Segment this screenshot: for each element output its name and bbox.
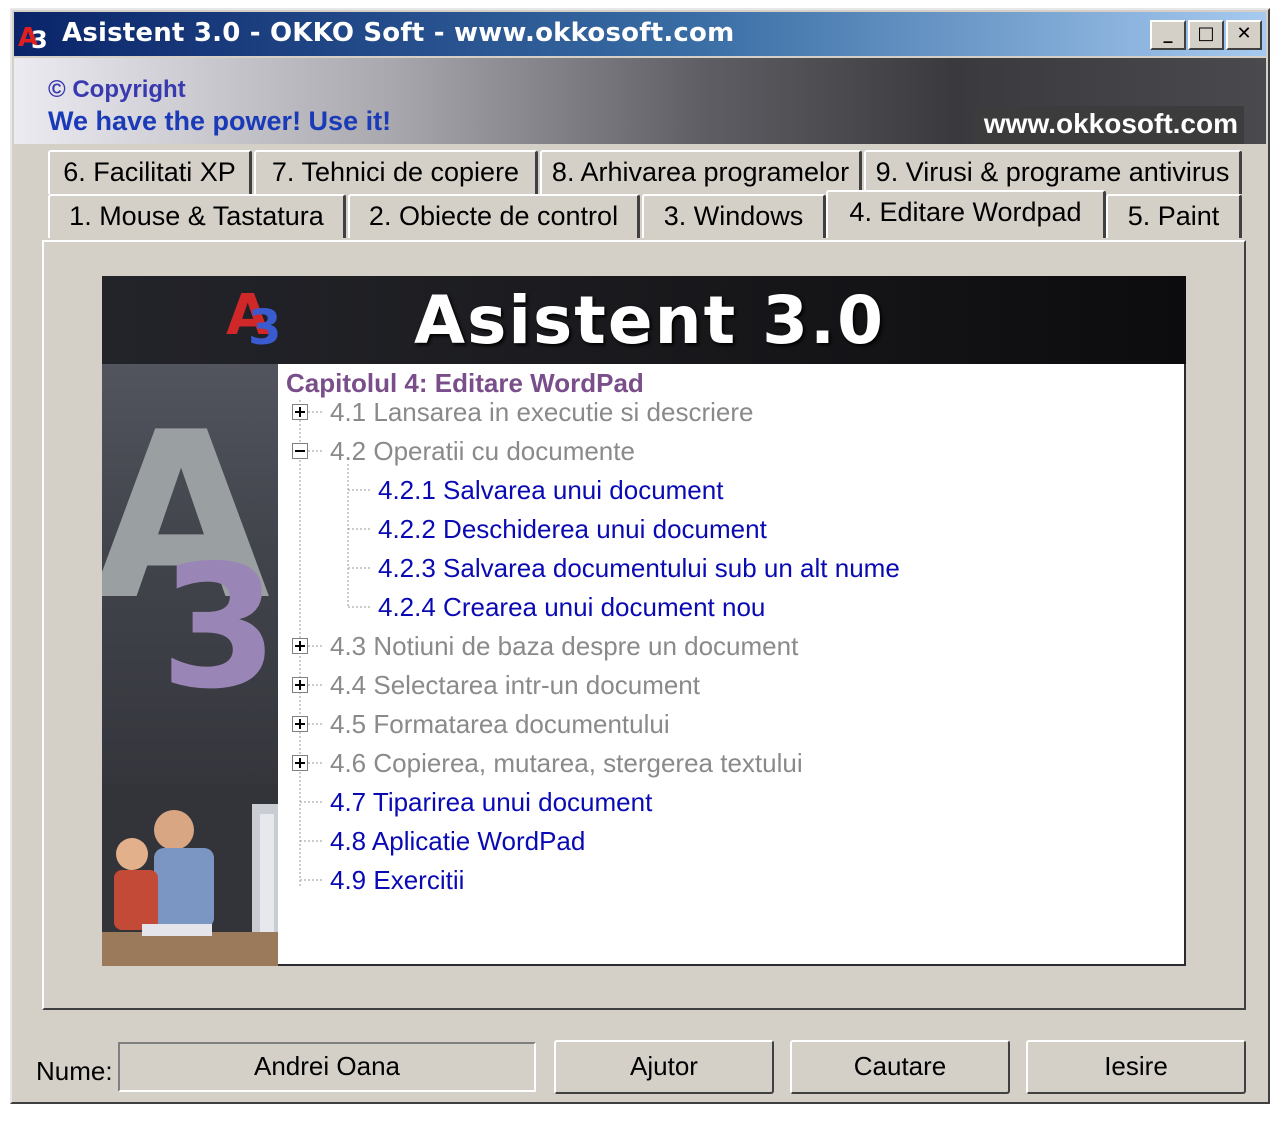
close-icon: ✕ (1236, 23, 1252, 44)
tab-facilitati-xp[interactable]: 6. Facilitati XP (48, 150, 252, 194)
minimize-button[interactable]: _ (1150, 20, 1186, 50)
tree-item-4-6[interactable]: 4.6 Copierea, mutarea, stergerea textulu… (330, 746, 803, 780)
tab-label: 6. Facilitati XP (63, 157, 236, 187)
name-field: Andrei Oana (118, 1042, 536, 1092)
tab-label: 2. Obiecte de control (368, 201, 619, 231)
tab-label: 1. Mouse & Tastatura (69, 201, 324, 231)
tree-item-label: 4.6 Copierea, mutarea, stergerea textulu… (330, 748, 803, 778)
content-header-title: Asistent 3.0 (414, 282, 886, 359)
expand-icon[interactable] (292, 755, 308, 771)
footer-bar: Nume: Andrei Oana Ajutor Cautare Iesire (12, 1020, 1268, 1100)
tab-label: 3. Windows (663, 201, 804, 231)
svg-text:3: 3 (248, 300, 281, 352)
window-title: Asistent 3.0 - OKKO Soft - www.okkosoft.… (62, 18, 735, 48)
expand-icon[interactable] (292, 404, 308, 420)
tree-item-label: 4.1 Lansarea in executie si descriere (330, 397, 754, 427)
tree-item-4-3[interactable]: 4.3 Notiuni de baza despre un document (330, 629, 798, 663)
tree-item-4-2-2[interactable]: 4.2.2 Deschiderea unui document (378, 512, 767, 546)
tab-label: 4. Editare Wordpad (849, 197, 1082, 227)
a3-logo-icon: A 3 (226, 283, 281, 352)
tab-paint[interactable]: 5. Paint (1106, 194, 1242, 238)
tree-item-label: 4.5 Formatarea documentului (330, 709, 670, 739)
tab-arhivarea-programelor[interactable]: 8. Arhivarea programelor (540, 150, 862, 194)
svg-text:3: 3 (31, 26, 48, 50)
expand-icon[interactable] (292, 638, 308, 654)
expand-icon[interactable] (292, 716, 308, 732)
tree-item-label: 4.7 Tiparirea unui document (330, 787, 653, 817)
search-button-label: Cautare (853, 1051, 947, 1081)
tree-item-label: 4.9 Exercitii (330, 865, 465, 895)
banner-url: www.okkosoft.com (973, 106, 1244, 144)
chapter-tree: Capitolul 4: Editare WordPad 4.1 Lansare… (278, 364, 1184, 964)
tab-virusi-antivirus[interactable]: 9. Virusi & programe antivirus (864, 150, 1242, 194)
app-window: A 3 Asistent 3.0 - OKKO Soft - www.okkos… (10, 8, 1270, 1104)
tree-item-label: 4.2.4 Crearea unui document nou (378, 592, 766, 622)
tree-item-4-2-3[interactable]: 4.2.3 Salvarea documentului sub un alt n… (378, 551, 900, 585)
collapse-icon[interactable] (292, 443, 308, 459)
content-artwork: A 3 A 3 Asistent 3.0 Capitolul 4: Editar… (102, 276, 1186, 966)
photo-illustration (102, 784, 278, 966)
search-button[interactable]: Cautare (790, 1040, 1010, 1094)
maximize-icon: □ (1197, 23, 1215, 44)
maximize-button[interactable]: □ (1188, 20, 1224, 50)
title-bar[interactable]: A 3 Asistent 3.0 - OKKO Soft - www.okkos… (14, 12, 1266, 56)
tree-item-4-2-4[interactable]: 4.2.4 Crearea unui document nou (378, 590, 765, 624)
tab-label: 5. Paint (1127, 201, 1220, 231)
tab-tehnici-de-copiere[interactable]: 7. Tehnici de copiere (254, 150, 538, 194)
tree-item-4-2[interactable]: 4.2 Operatii cu documente (330, 434, 635, 468)
tab-panel: A 3 A 3 Asistent 3.0 Capitolul 4: Editar… (42, 240, 1246, 1010)
content-header: A 3 Asistent 3.0 (102, 276, 1186, 364)
help-button[interactable]: Ajutor (554, 1040, 774, 1094)
tab-obiecte-de-control[interactable]: 2. Obiecte de control (348, 194, 640, 238)
tree-item-4-1[interactable]: 4.1 Lansarea in executie si descriere (330, 395, 753, 429)
tree-item-label: 4.2.2 Deschiderea unui document (378, 514, 767, 544)
tree-item-label: 4.2.3 Salvarea documentului sub un alt n… (378, 553, 900, 583)
tree-item-label: 4.2.1 Salvarea unui document (378, 475, 724, 505)
tree-item-4-9[interactable]: 4.9 Exercitii (330, 863, 464, 897)
copyright-text: © Copyright (48, 76, 186, 103)
tab-mouse-tastatura[interactable]: 1. Mouse & Tastatura (48, 194, 346, 238)
tree-item-label: 4.2 Operatii cu documente (330, 436, 635, 466)
exit-button[interactable]: Iesire (1026, 1040, 1246, 1094)
tree-item-label: 4.8 Aplicatie WordPad (330, 826, 586, 856)
tab-label: 9. Virusi & programe antivirus (875, 157, 1230, 187)
tab-windows[interactable]: 3. Windows (642, 194, 826, 238)
minimize-icon: _ (1163, 23, 1173, 44)
tree-item-label: 4.4 Selectarea intr-un document (330, 670, 700, 700)
close-button[interactable]: ✕ (1226, 20, 1262, 50)
tree-item-4-7[interactable]: 4.7 Tiparirea unui document (330, 785, 652, 819)
tree-item-4-4[interactable]: 4.4 Selectarea intr-un document (330, 668, 700, 702)
help-button-label: Ajutor (630, 1051, 698, 1081)
slogan-text: We have the power! Use it! (48, 106, 392, 136)
banner: © Copyright We have the power! Use it! w… (14, 58, 1266, 144)
app-logo-icon: A 3 (18, 23, 48, 50)
family-photo (102, 784, 278, 966)
exit-button-label: Iesire (1104, 1051, 1168, 1081)
svg-text:3: 3 (160, 529, 278, 727)
expand-icon[interactable] (292, 677, 308, 693)
tree-item-4-5[interactable]: 4.5 Formatarea documentului (330, 707, 670, 741)
name-label: Nume: (36, 1056, 113, 1086)
tree-item-4-2-1[interactable]: 4.2.1 Salvarea unui document (378, 473, 723, 507)
tree-item-4-8[interactable]: 4.8 Aplicatie WordPad (330, 824, 585, 858)
tree-item-label: 4.3 Notiuni de baza despre un document (330, 631, 799, 661)
tab-label: 7. Tehnici de copiere (271, 157, 520, 187)
tab-editare-wordpad[interactable]: 4. Editare Wordpad (826, 190, 1106, 238)
tab-label: 8. Arhivarea programelor (551, 157, 850, 187)
